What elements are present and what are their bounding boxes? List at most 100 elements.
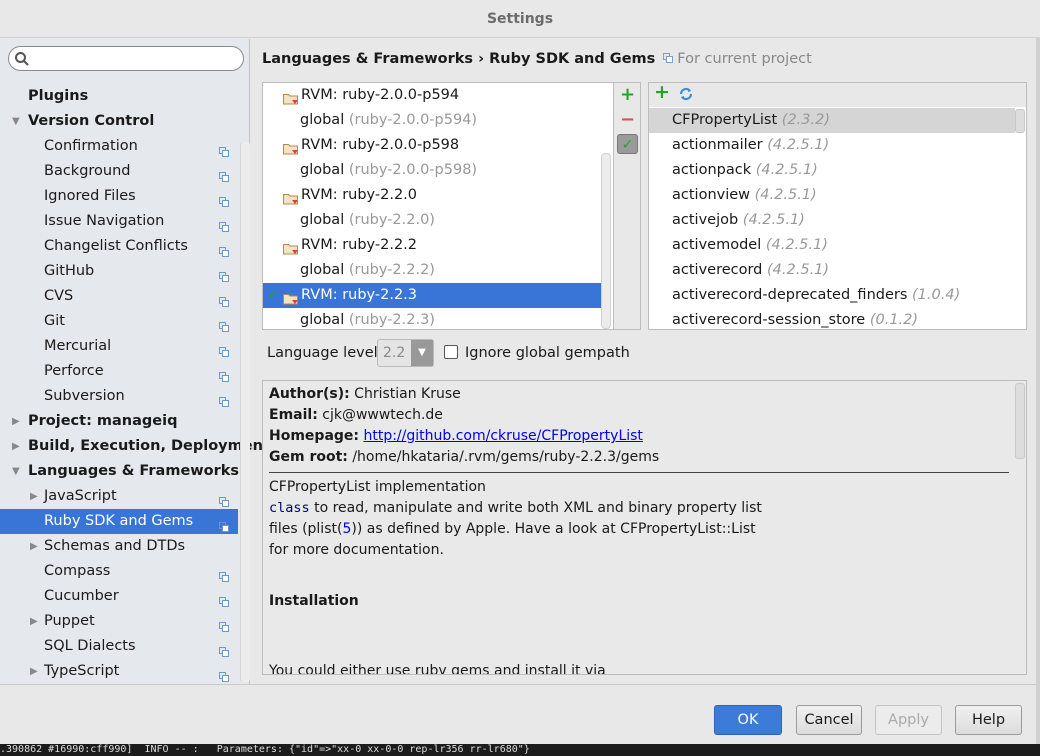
terminal-output: .390862 #16990:cff990] INFO -- : Paramet…: [0, 744, 1040, 756]
project-level-icon: [219, 616, 229, 632]
refresh-icon[interactable]: [678, 86, 694, 102]
sidebar-item[interactable]: ▼ Version Control: [0, 109, 238, 134]
email: cjk@wwwtech.de: [322, 407, 443, 423]
author: Christian Kruse: [354, 386, 461, 402]
ignore-global-gempath-checkbox[interactable]: [444, 345, 458, 359]
gem-item[interactable]: activerecord-session_store (0.1.2): [649, 308, 1015, 329]
gem-item[interactable]: actionpack (4.2.5.1): [649, 158, 1015, 183]
expand-arrow-icon[interactable]: ▼: [12, 109, 20, 134]
sdk-item[interactable]: RVM: ruby-2.2.0: [263, 183, 601, 208]
sidebar-item[interactable]: ▶ TypeScript: [0, 659, 238, 684]
gem-item[interactable]: activerecord-deprecated_finders (1.0.4): [649, 283, 1015, 308]
sidebar-item[interactable]: Compass: [0, 559, 238, 584]
sidebar-item[interactable]: ▼ Languages & Frameworks: [0, 459, 239, 484]
breadcrumb: Languages & Frameworks › Ruby SDK and Ge…: [262, 49, 812, 69]
add-sdk-button[interactable]: +: [617, 85, 638, 105]
folder-icon: [283, 189, 299, 205]
ok-button[interactable]: OK: [714, 705, 782, 735]
gem-item[interactable]: actionmailer (4.2.5.1): [649, 133, 1015, 158]
sdk-list-scrollbar[interactable]: [601, 153, 611, 329]
sidebar-item[interactable]: Ruby SDK and Gems: [0, 509, 238, 534]
sidebar-item[interactable]: Confirmation: [0, 134, 238, 159]
sidebar-item[interactable]: Subversion: [0, 384, 238, 409]
sidebar-item-label: Git: [44, 313, 65, 329]
sidebar-item[interactable]: Changelist Conflicts: [0, 234, 238, 259]
sidebar-item[interactable]: GitHub: [0, 259, 238, 284]
project-level-icon: [219, 666, 229, 682]
sidebar-item[interactable]: Ignored Files: [0, 184, 238, 209]
project-level-icon: [219, 141, 229, 157]
sidebar-scrollbar[interactable]: [240, 142, 250, 682]
gemset-item[interactable]: global (ruby-2.2.3): [263, 308, 601, 329]
cancel-button[interactable]: Cancel: [796, 705, 862, 735]
doc-line: for more documentation.: [269, 542, 444, 558]
gem-item[interactable]: activemodel (4.2.5.1): [649, 233, 1015, 258]
gem-item[interactable]: actionview (4.2.5.1): [649, 183, 1015, 208]
sidebar-item-label: Changelist Conflicts: [44, 238, 188, 254]
use-sdk-button[interactable]: ✓: [617, 134, 638, 154]
sdk-item[interactable]: RVM: ruby-2.2.2: [263, 233, 601, 258]
sidebar-item-label: Ruby SDK and Gems: [44, 513, 194, 529]
sidebar-item[interactable]: Plugins: [0, 84, 238, 109]
doc-scrollbar[interactable]: [1015, 383, 1025, 459]
collapse-arrow-icon[interactable]: ▶: [12, 434, 20, 459]
doc-heading: Installation: [269, 593, 359, 609]
sidebar-item-label: Issue Navigation: [44, 213, 165, 229]
gemset-item[interactable]: global (ruby-2.2.0): [263, 208, 601, 233]
sidebar-item[interactable]: Issue Navigation: [0, 209, 238, 234]
sidebar-item-label: Ignored Files: [44, 188, 136, 204]
gem-documentation: Author(s): Christian Kruse Email: cjk@ww…: [262, 380, 1027, 675]
search-input[interactable]: [8, 46, 244, 71]
homepage-link[interactable]: http://github.com/ckruse/CFPropertyList: [363, 428, 642, 444]
remove-sdk-button[interactable]: −: [617, 110, 638, 130]
expand-arrow-icon[interactable]: ▼: [12, 459, 20, 484]
sidebar-item[interactable]: SQL Dialects: [0, 634, 238, 659]
apply-button[interactable]: Apply: [875, 705, 942, 735]
sidebar-item[interactable]: ▶ Schemas and DTDs: [0, 534, 238, 559]
collapse-arrow-icon[interactable]: ▶: [30, 659, 38, 684]
help-button[interactable]: Help: [955, 705, 1022, 735]
gemset-item[interactable]: global (ruby-2.0.0-p594): [263, 108, 601, 133]
project-level-icon: [219, 291, 229, 307]
project-level-icon: [219, 391, 229, 407]
language-level-select[interactable]: 2.2 ▼: [377, 339, 434, 367]
collapse-arrow-icon[interactable]: ▶: [30, 609, 38, 634]
project-level-icon: [219, 166, 229, 182]
breadcrumb-path: Languages & Frameworks › Ruby SDK and Ge…: [262, 51, 656, 67]
project-level-icon: [219, 216, 229, 232]
sidebar-item[interactable]: Perforce: [0, 359, 238, 384]
project-level-icon: [219, 491, 229, 507]
folder-icon: [283, 139, 299, 155]
sidebar-item[interactable]: Git: [0, 309, 238, 334]
sidebar-item[interactable]: Background: [0, 159, 238, 184]
gem-item[interactable]: activejob (4.2.5.1): [649, 208, 1015, 233]
collapse-arrow-icon[interactable]: ▶: [12, 409, 20, 434]
sidebar-item[interactable]: CVS: [0, 284, 238, 309]
sidebar-item-label: Puppet: [44, 613, 95, 629]
sdk-item[interactable]: RVM: ruby-2.0.0-p594: [263, 83, 601, 108]
sidebar-item[interactable]: ▶ Build, Execution, Deployment: [0, 434, 270, 459]
project-level-icon: [219, 266, 229, 282]
project-level-icon: [219, 516, 229, 532]
collapse-arrow-icon[interactable]: ▶: [30, 534, 38, 559]
gem-item[interactable]: activerecord (4.2.5.1): [649, 258, 1015, 283]
gemset-item[interactable]: global (ruby-2.2.2): [263, 258, 601, 283]
sidebar-item-label: Compass: [44, 563, 111, 579]
sidebar-item[interactable]: Cucumber: [0, 584, 238, 609]
ignore-global-gempath-label: Ignore global gempath: [465, 345, 630, 361]
sidebar-item[interactable]: ▶ Puppet: [0, 609, 238, 634]
sidebar-item[interactable]: Mercurial: [0, 334, 238, 359]
add-gem-button[interactable]: +: [654, 83, 670, 103]
gem-item[interactable]: CFPropertyList (2.3.2): [649, 108, 1015, 133]
doc-line: CFPropertyList implementation: [269, 479, 486, 495]
gemset-item[interactable]: global (ruby-2.0.0-p598): [263, 158, 601, 183]
collapse-arrow-icon[interactable]: ▶: [30, 484, 38, 509]
window-title: Settings: [0, 0, 1040, 38]
sdk-item[interactable]: ✓ RVM: ruby-2.2.3: [263, 283, 601, 308]
sidebar-item[interactable]: ▶ Project: manageiq: [0, 409, 238, 434]
sidebar-item-label: GitHub: [44, 263, 95, 279]
sidebar-item[interactable]: ▶ JavaScript: [0, 484, 238, 509]
gems-list-scrollbar[interactable]: [1015, 109, 1025, 133]
sdk-item[interactable]: RVM: ruby-2.0.0-p598: [263, 133, 601, 158]
sidebar-item-label: Cucumber: [44, 588, 119, 604]
